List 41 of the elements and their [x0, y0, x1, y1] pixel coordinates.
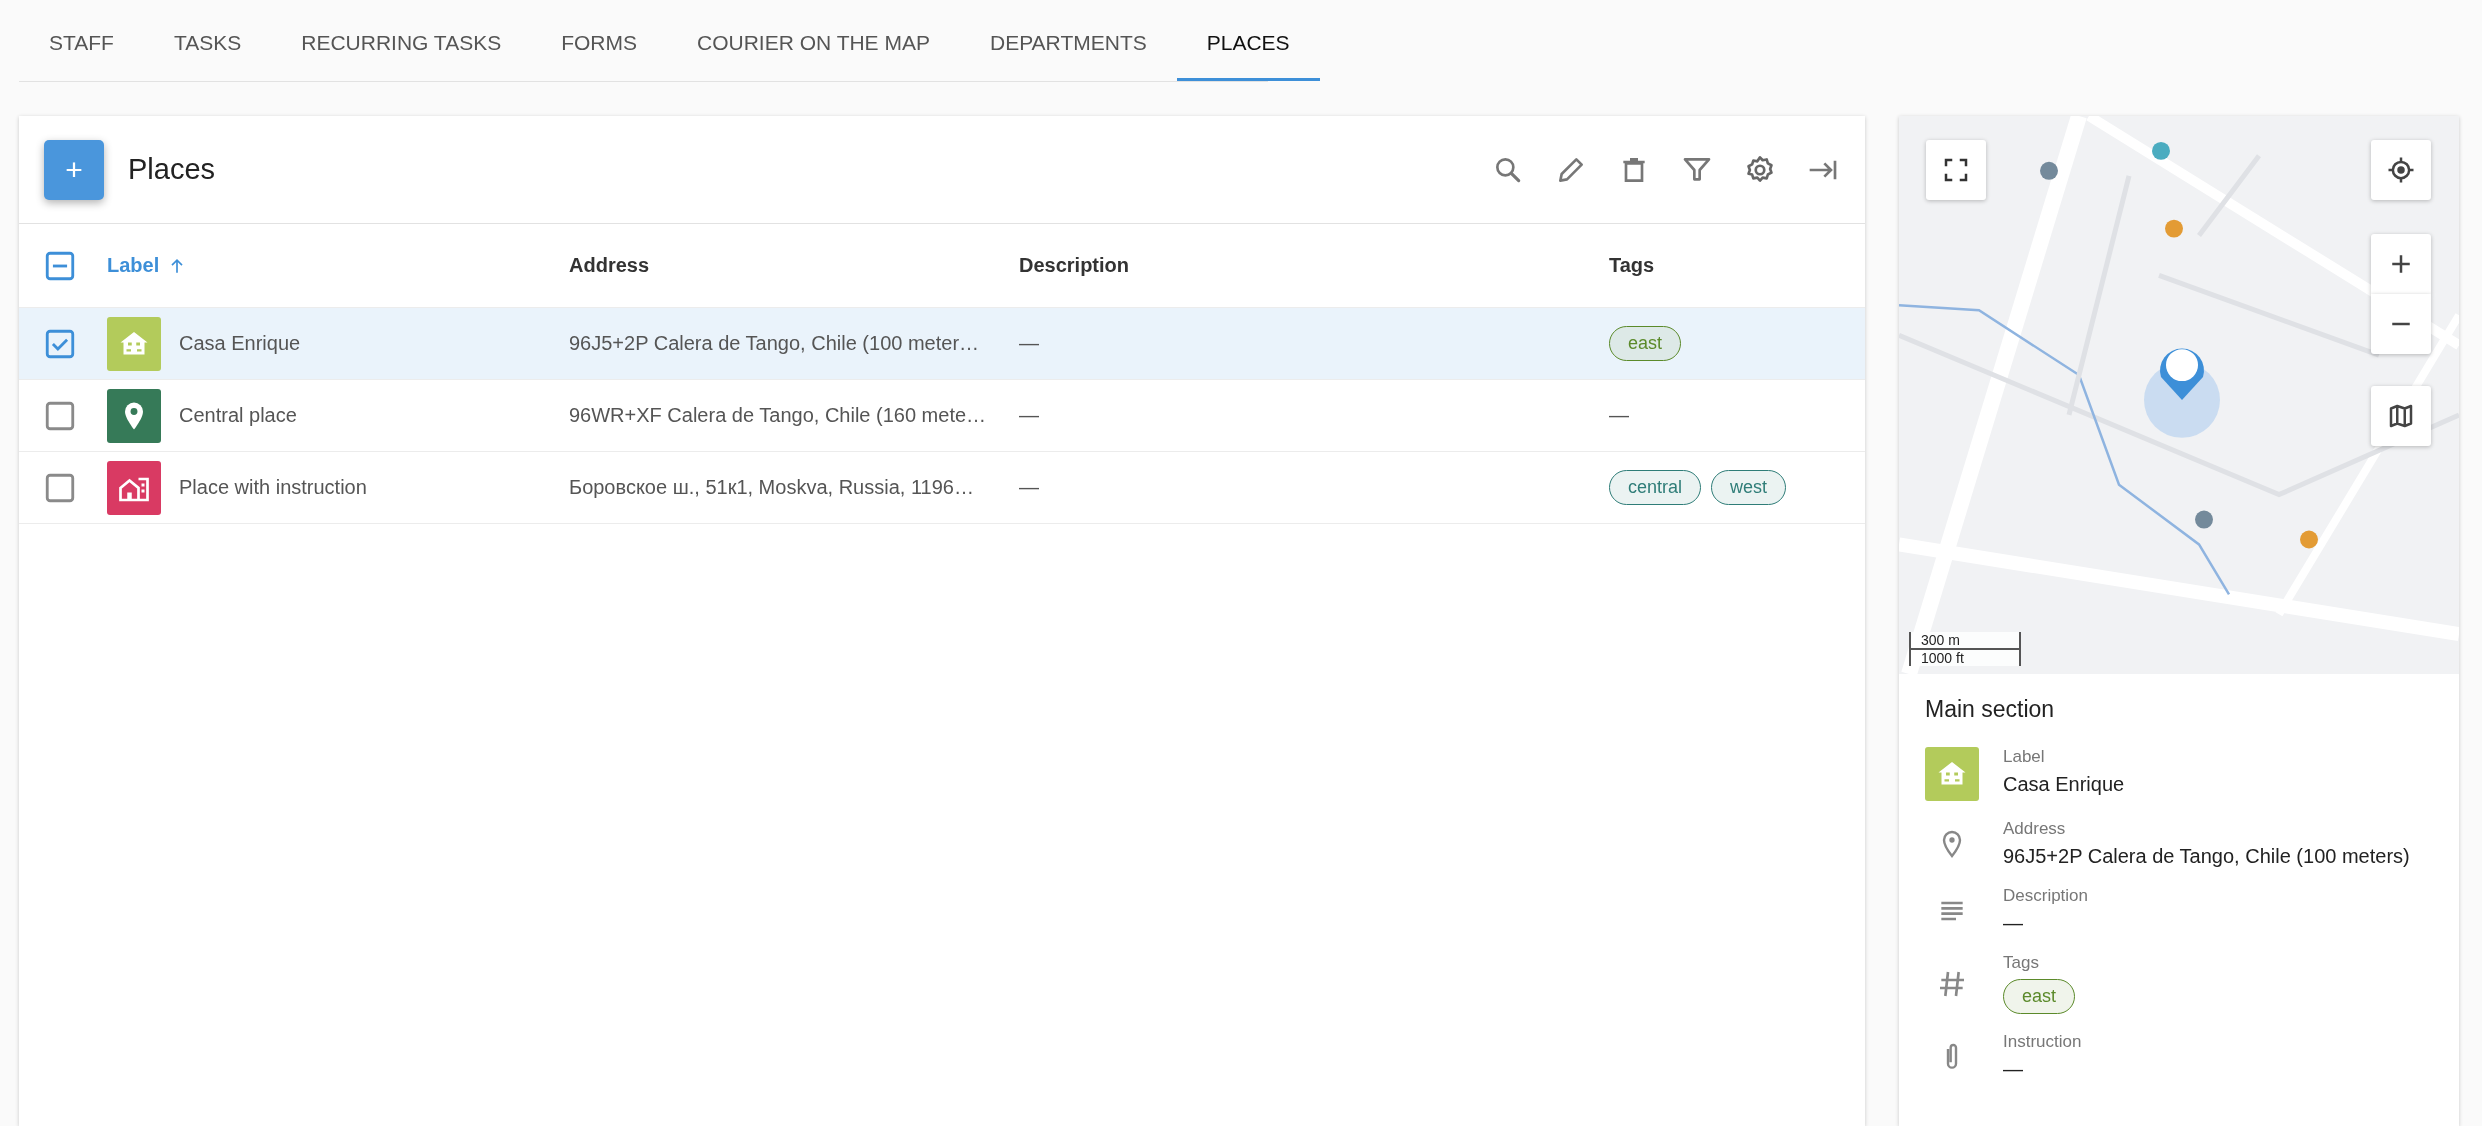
table-cell: Боровское ш., 51к1, Moskva, Russia, 1196… [569, 476, 974, 499]
table-cell: — [1019, 476, 1039, 499]
table-cell: 96J5+2P Calera de Tango, Chile (100 meter… [569, 332, 980, 355]
tag: east [2003, 979, 2076, 1014]
tab[interactable]: DEPARTMENTS [959, 8, 1177, 81]
field-value: — [2003, 912, 2024, 935]
field-value: Casa Enrique [2003, 773, 2125, 796]
table-cell: — [1019, 404, 1039, 427]
table-cell: 96WR+XF Calera de Tango, Chile (160 mete… [569, 404, 987, 427]
locate-icon[interactable] [2386, 155, 2416, 185]
field-label: Tags [2003, 953, 2040, 973]
section-title: Main section [1925, 696, 2056, 723]
column-header[interactable]: Address [569, 254, 650, 277]
scale-bar: 1000 ft [1909, 650, 2021, 666]
tag: central [1609, 470, 1702, 505]
tab[interactable]: STAFF [19, 8, 144, 81]
list-title: Places [128, 153, 216, 186]
column-header[interactable]: Tags [1609, 254, 1655, 277]
tab[interactable]: FORMS [531, 8, 667, 81]
tab[interactable]: COURIER ON THE MAP [667, 8, 960, 81]
scale-bar: 300 m [1909, 632, 2021, 650]
table-cell: — [1019, 332, 1039, 355]
field-label: Address [2003, 819, 2067, 839]
field-value: — [2003, 1058, 2024, 1081]
table-row[interactable]: Place with instruction Боровское ш., 51к1, Moskva, Russia, 1196… — central west [19, 452, 1865, 524]
tab[interactable]: RECURRING TASKS [271, 8, 532, 81]
table-cell: Place with instruction [179, 476, 367, 499]
table-row[interactable]: Central place 96WR+XF Calera de Tango, Chile (160 mete… — — [19, 380, 1865, 452]
table-row[interactable]: Casa Enrique 96J5+2P Calera de Tango, Chile (100 meter… — east [19, 308, 1865, 380]
field-label: Instruction [2003, 1032, 2082, 1052]
tag: west [1711, 470, 1787, 505]
field-label: Description [2003, 886, 2089, 906]
field-label: Label [2003, 747, 2046, 767]
table-cell: Casa Enrique [179, 332, 301, 355]
tab[interactable]: PLACES [1176, 8, 1320, 81]
tab[interactable]: TASKS [143, 8, 272, 81]
column-header[interactable]: Description [1019, 254, 1130, 277]
table-cell: — [1609, 404, 1629, 427]
table-cell: Central place [179, 404, 297, 427]
field-value: 96J5+2P Calera de Tango, Chile (100 meters) [2003, 845, 2410, 868]
tag: east [1609, 326, 1682, 361]
